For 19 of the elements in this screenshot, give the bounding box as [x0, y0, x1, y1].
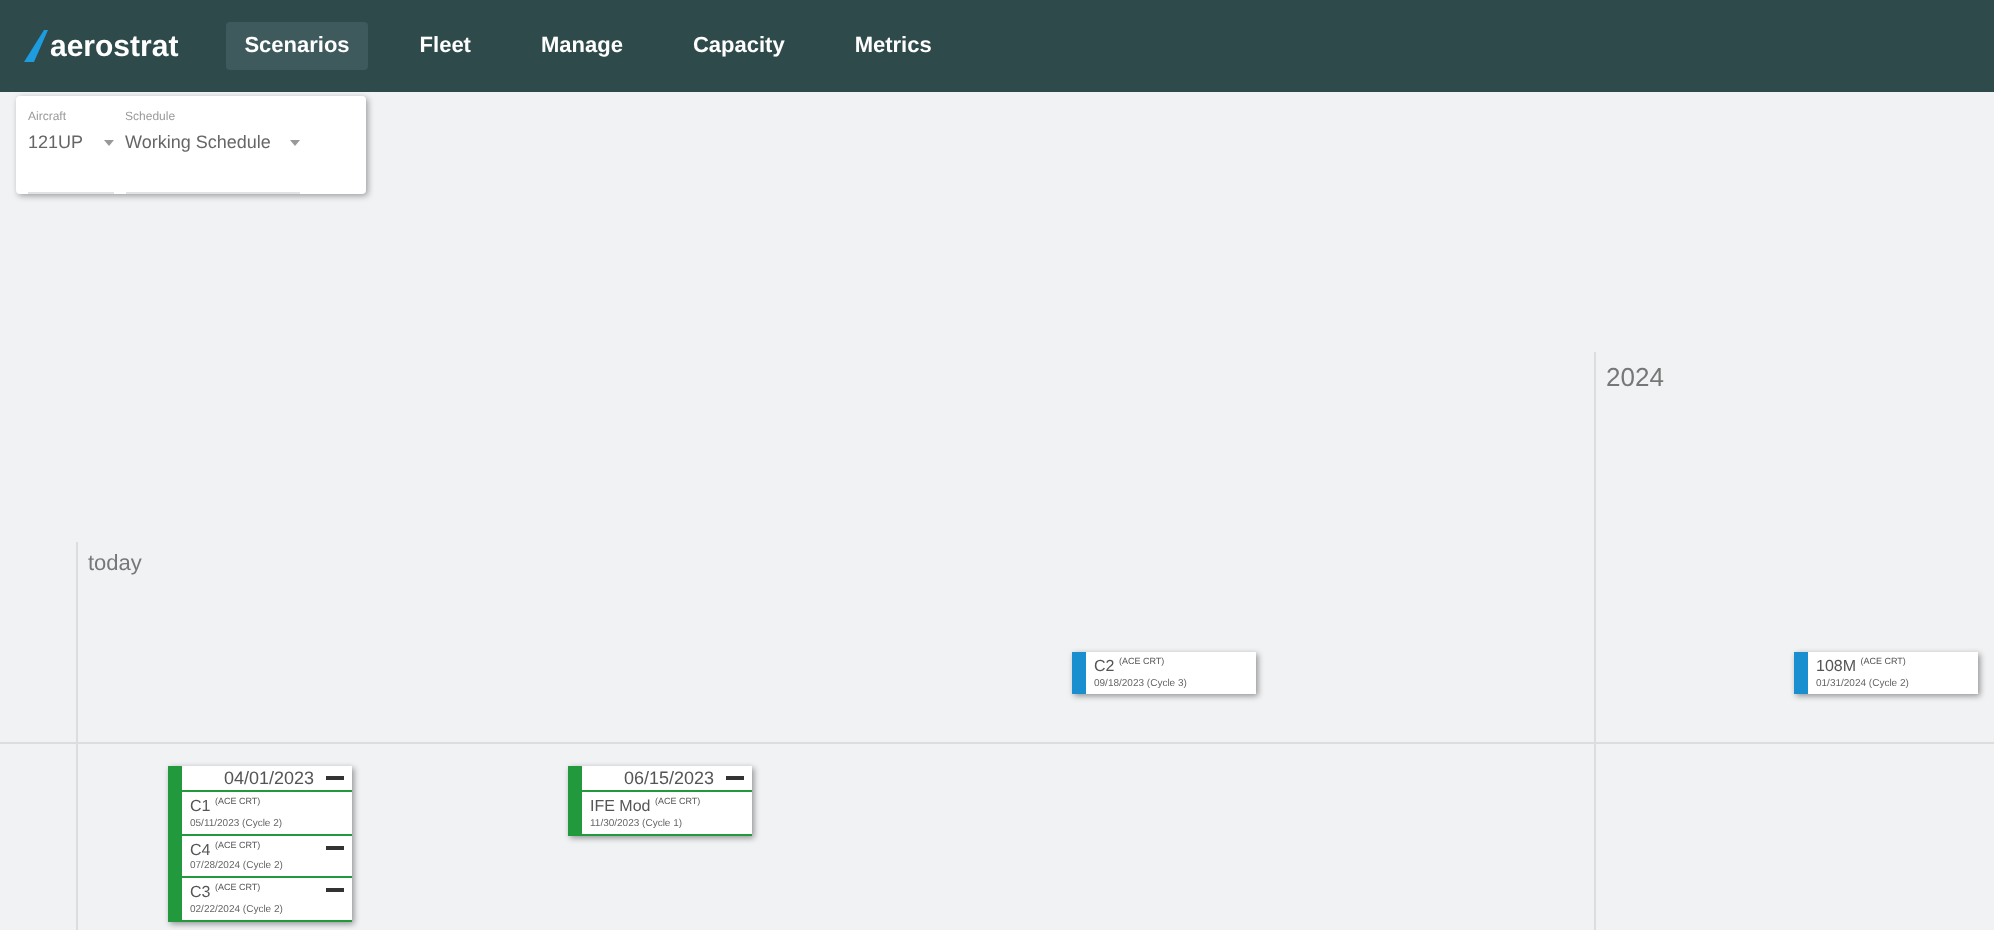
minus-icon[interactable] — [326, 845, 344, 852]
caret-icon — [103, 139, 114, 145]
nav-tab[interactable]: Metrics — [836, 22, 950, 70]
nav-tab[interactable]: Manage — [522, 22, 641, 70]
timeline-marker-label: 2024 — [1606, 362, 1664, 392]
dropdown-field[interactable]: Working Schedule — [125, 132, 301, 152]
nav-tab[interactable]: Scenarios — [226, 22, 368, 70]
minus-icon[interactable] — [726, 775, 744, 781]
minus-icon[interactable] — [326, 888, 344, 895]
timeline-marker-label: today — [88, 552, 142, 576]
nav-tab[interactable]: Capacity — [674, 22, 803, 70]
group-date: 04/01/2023 — [223, 768, 314, 788]
caret-icon — [290, 139, 301, 145]
group-date: 06/15/2023 — [623, 768, 714, 788]
minus-icon[interactable] — [326, 775, 344, 781]
logo-text: aerostrat — [50, 29, 179, 63]
dropdown-field[interactable]: 121UP — [28, 132, 114, 152]
logo-icon — [24, 30, 48, 62]
nav-tab[interactable]: Fleet — [401, 22, 489, 70]
